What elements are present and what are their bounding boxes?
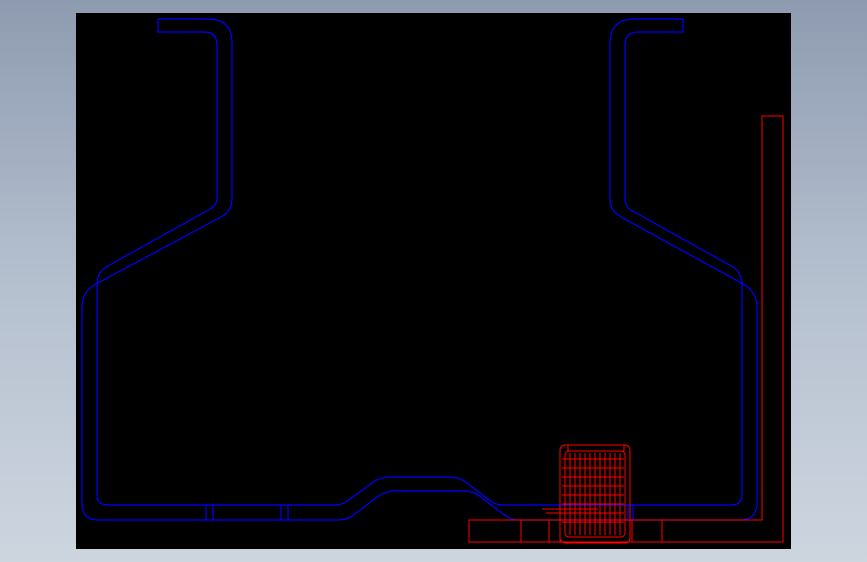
cad-window-background: { "viewport": { "background_color": "#00…	[0, 0, 867, 562]
profile-outer-edge	[81, 18, 758, 521]
profile-inner-edge	[96, 19, 743, 506]
clamp-top-plate	[567, 444, 625, 452]
l-bracket-outline	[468, 115, 784, 543]
drawing-viewport[interactable]	[76, 13, 791, 549]
drawing-canvas	[81, 18, 784, 544]
support-fixture	[468, 115, 784, 544]
channel-profile	[81, 18, 758, 521]
